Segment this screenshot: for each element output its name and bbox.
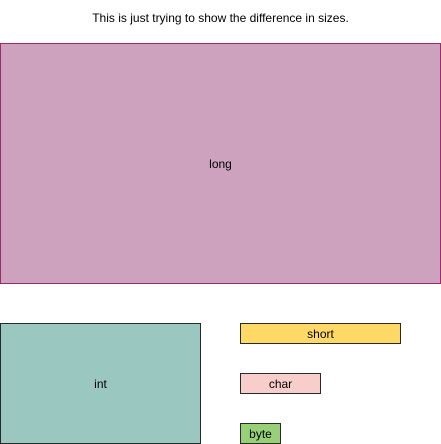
diagram-caption: This is just trying to show the differen…: [92, 11, 349, 25]
long-label: long: [209, 156, 232, 171]
byte-label: byte: [249, 426, 272, 441]
short-box[interactable]: short: [240, 323, 401, 344]
char-label: char: [268, 376, 293, 391]
char-box[interactable]: char: [240, 373, 321, 394]
int-label: int: [94, 376, 107, 391]
byte-box[interactable]: byte: [240, 423, 281, 444]
int-box[interactable]: int: [0, 323, 201, 444]
short-label: short: [307, 326, 334, 341]
long-box[interactable]: long: [0, 43, 441, 284]
